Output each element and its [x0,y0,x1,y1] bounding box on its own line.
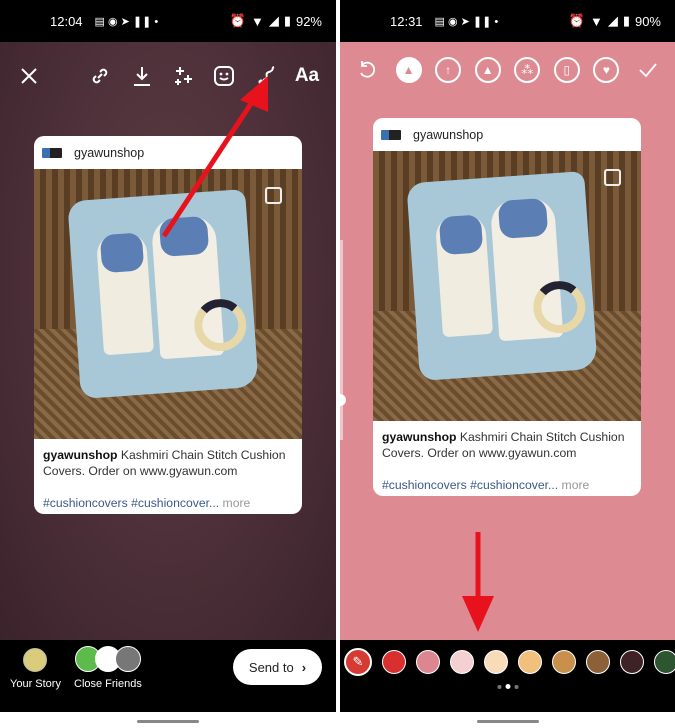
multi-photo-icon [265,187,282,204]
close-friends-button[interactable]: Close Friends [74,646,142,690]
status-bar: 12:04 ▤ ◉ ➤ ❚❚ • ⏰ ▼ ◢ ▮ 92% [0,0,336,42]
eyedropper-button[interactable]: ✎ [344,648,372,676]
chevron-right-icon: › [301,659,307,675]
pen-icon: ▲ [402,63,415,77]
text-button[interactable]: Aa [292,61,322,91]
post-caption: gyawunshop Kashmiri Chain Stitch Cushion… [43,448,286,510]
checkmark-icon [639,63,657,78]
color-swatch[interactable] [586,650,610,674]
story-toolbar: Aa [0,58,336,94]
more-link[interactable]: more [219,496,251,510]
link-button[interactable] [85,61,115,91]
alarm-icon: ⏰ [568,13,585,28]
post-username: gyawunshop [74,145,145,160]
color-palette-bar: ✎ [340,640,675,712]
cushion-image [67,189,259,399]
download-icon [133,67,150,86]
notification-icons: ▤ ◉ ➤ ❚❚ • [94,15,159,28]
status-time: 12:04 [50,13,83,29]
status-time: 12:31 [390,13,423,29]
battery-level: 92% [295,13,322,29]
post-photo [373,151,641,421]
color-swatch[interactable] [484,650,508,674]
page-dot [505,684,510,689]
notification-icons: ▤ ◉ ➤ ❚❚ • [434,15,499,28]
signal-icon: ◢ [607,13,618,28]
battery-icon: ▮ [622,13,630,28]
battery-icon: ▮ [283,13,291,28]
color-swatch[interactable] [416,650,440,674]
link-icon [93,68,108,84]
heart-icon: ♥ [602,63,610,77]
neon-tool-button[interactable]: ⁂ [514,57,541,83]
sticker-button[interactable] [209,61,239,91]
eraser-icon: ▯ [563,63,571,77]
post-caption: gyawunshop Kashmiri Chain Stitch Cushion… [382,430,625,492]
status-bar: 12:31 ▤ ◉ ➤ ❚❚ • ⏰ ▼ ◢ ▮ 90% [340,0,675,42]
close-icon [21,68,37,84]
home-indicator [476,720,539,723]
post-card[interactable]: gyawunshop gyawunshop Kashmiri Chain Sti… [373,118,641,496]
marker-tool-button[interactable]: ▲ [474,57,501,83]
post-header: gyawunshop [373,118,641,151]
undo-button[interactable] [352,55,382,85]
more-link[interactable]: more [558,478,590,492]
neon-icon: ⁂ [521,63,534,77]
color-swatch[interactable] [450,650,474,674]
sparkles-icon [174,67,192,85]
color-swatch[interactable] [518,650,542,674]
palette-page-indicator [497,684,518,689]
post-header: gyawunshop [34,136,302,169]
hashtags[interactable]: #cushioncovers #cushioncover... [382,478,558,492]
wifi-icon: ▼ [250,13,264,29]
sticker-icon [214,66,235,86]
story-editor-screen: 12:04 ▤ ◉ ➤ ❚❚ • ⏰ ▼ ◢ ▮ 92% Aa gyawunshop g… [0,0,336,728]
color-swatch[interactable] [552,650,576,674]
your-story-button[interactable]: Your Story [10,648,61,690]
download-button[interactable] [127,61,157,91]
draw-button[interactable] [251,61,281,91]
done-button[interactable] [633,55,663,85]
color-swatch[interactable] [620,650,644,674]
arrow-tool-button[interactable]: ↑ [435,57,462,83]
shop-logo [381,129,401,140]
cushion-image [406,171,598,381]
draw-mode-screen: 12:31 ▤ ◉ ➤ ❚❚ • ⏰ ▼ ◢ ▮ 90% ▲ ↑ ▲ ⁂ ▯ ♥ gya… [340,0,675,728]
color-swatch[interactable] [654,650,675,674]
draw-toolbar: ▲ ↑ ▲ ⁂ ▯ ♥ [340,52,675,88]
signal-icon: ◢ [268,13,279,28]
undo-icon [360,61,376,78]
multi-photo-icon [604,169,621,186]
hashtags[interactable]: #cushioncovers #cushioncover... [43,496,219,510]
pen-tool-button[interactable]: ▲ [395,57,422,83]
eyedropper-icon: ✎ [352,654,364,669]
share-bar: Your Story Close Friends Send to › [0,640,336,712]
brush-size-slider[interactable] [340,240,343,440]
heart-tool-button[interactable]: ♥ [593,57,620,83]
color-swatch[interactable] [382,650,406,674]
alarm-icon: ⏰ [229,13,246,28]
home-indicator [137,720,199,723]
eraser-tool-button[interactable]: ▯ [553,57,580,83]
page-dot [514,684,518,689]
close-button[interactable] [14,61,44,91]
draw-squiggle-icon [258,66,275,85]
page-dot [497,684,501,689]
wifi-icon: ▼ [589,13,603,29]
post-card[interactable]: gyawunshop gyawunshop Kashmiri Chain Sti… [34,136,302,514]
color-swatches: ✎ [344,648,675,676]
arrow-up-icon: ↑ [445,63,452,77]
send-to-button[interactable]: Send to › [233,649,322,685]
shop-logo [42,147,62,158]
effects-button[interactable] [168,61,198,91]
post-username: gyawunshop [413,127,484,142]
avatar [23,648,48,672]
post-photo [34,169,302,439]
marker-icon: ▲ [481,63,494,77]
battery-level: 90% [634,13,661,29]
